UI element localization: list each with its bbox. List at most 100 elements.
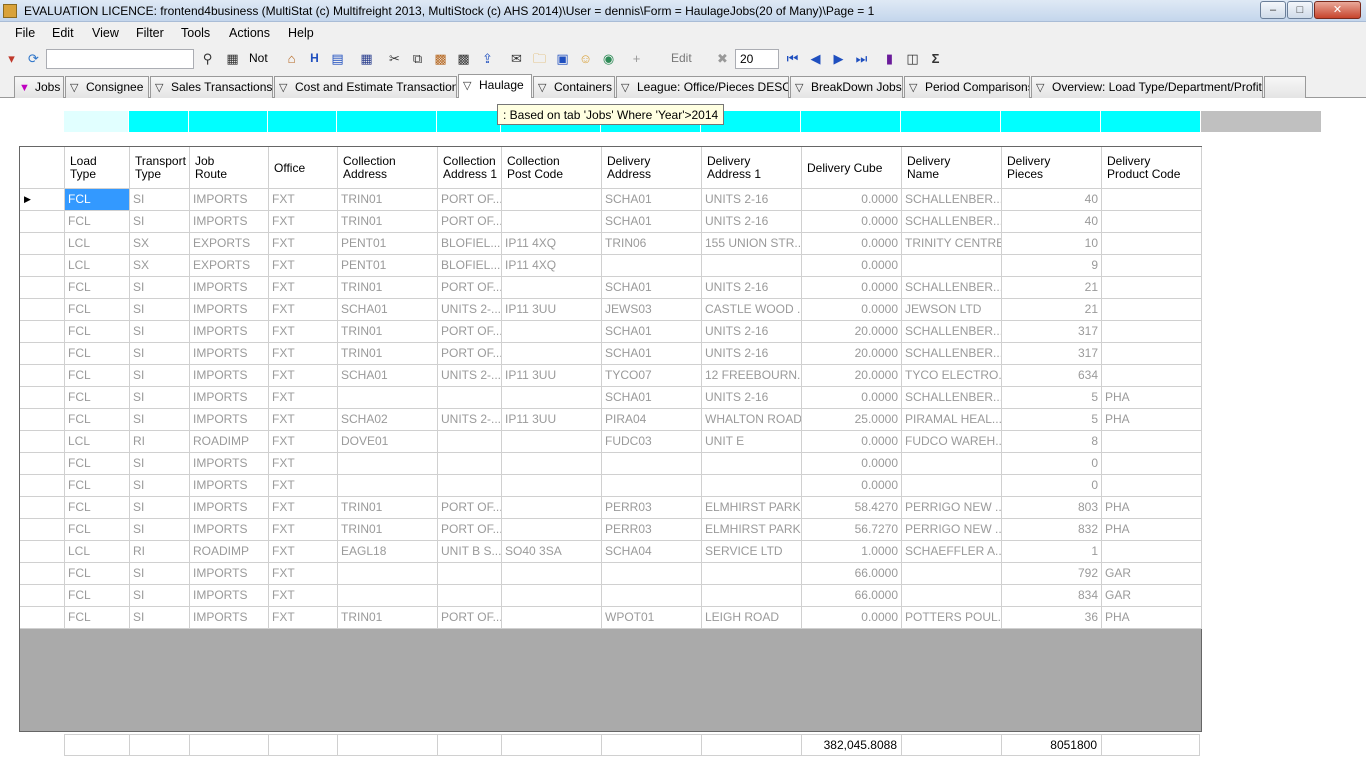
table-cell[interactable]: 21 xyxy=(1002,277,1102,299)
column-header[interactable]: Delivery Pieces xyxy=(1002,147,1102,189)
table-cell[interactable]: PHA xyxy=(1102,387,1202,409)
table-cell[interactable]: 20.0000 xyxy=(802,365,902,387)
table-cell[interactable] xyxy=(902,475,1002,497)
table-cell[interactable]: FUDCO WAREH... xyxy=(902,431,1002,453)
table-cell[interactable] xyxy=(338,585,438,607)
menu-filter[interactable]: Filter xyxy=(136,26,164,40)
tab-jobs[interactable]: ▼ Jobs xyxy=(14,76,64,98)
table-cell[interactable]: UNITS 2-16 xyxy=(702,387,802,409)
table-cell[interactable]: 66.0000 xyxy=(802,585,902,607)
table-cell[interactable]: IP11 3UU xyxy=(502,365,602,387)
table-cell[interactable] xyxy=(502,189,602,211)
table-cell[interactable] xyxy=(502,497,602,519)
table-cell[interactable]: PORT OF... xyxy=(438,189,502,211)
table-cell[interactable]: 155 UNION STR... xyxy=(702,233,802,255)
table-cell[interactable]: TRIN01 xyxy=(338,607,438,629)
table-cell[interactable]: 634 xyxy=(1002,365,1102,387)
filter-cell[interactable] xyxy=(268,111,337,132)
column-header[interactable]: Delivery Address 1 xyxy=(702,147,802,189)
table-row[interactable]: LCL SX EXPORTS FXT PENT01 BLOFIEL... IP11 4XQ T… xyxy=(20,233,1202,255)
table-row[interactable]: LCL RI ROADIMP FXT DOVE01 FUDC03 UNIT E 0.0000 F… xyxy=(20,431,1202,453)
table-cell[interactable]: PORT OF... xyxy=(438,497,502,519)
table-row[interactable]: LCL SX EXPORTS FXT PENT01 BLOFIEL... IP11 4XQ 0… xyxy=(20,255,1202,277)
table-cell[interactable]: IMPORTS xyxy=(190,563,269,585)
table-cell[interactable]: IMPORTS xyxy=(190,409,269,431)
table-cell[interactable]: UNIT B S... xyxy=(438,541,502,563)
table-cell[interactable] xyxy=(502,387,602,409)
table-cell[interactable]: UNIT E xyxy=(702,431,802,453)
table-cell[interactable]: SI xyxy=(130,519,190,541)
table-cell[interactable]: SX xyxy=(130,255,190,277)
copy-icon[interactable]: ⧉ xyxy=(409,50,426,67)
table-row[interactable]: FCL SI IMPORTS FXT TRIN01 PORT OF... SCHA01 UNI… xyxy=(20,343,1202,365)
table-row[interactable]: FCL SI IMPORTS FXT 66.0000 834 GAR xyxy=(20,585,1202,607)
table-cell[interactable]: FXT xyxy=(269,321,338,343)
tab-containers[interactable]: ▽ Containers xyxy=(533,76,615,98)
table-cell[interactable]: 0.0000 xyxy=(802,607,902,629)
table-cell[interactable]: FXT xyxy=(269,541,338,563)
table-cell[interactable]: IP11 3UU xyxy=(502,409,602,431)
table-cell[interactable] xyxy=(1102,189,1202,211)
table-cell[interactable] xyxy=(502,277,602,299)
column-header[interactable]: Load Type xyxy=(65,147,130,189)
table-cell[interactable]: IMPORTS xyxy=(190,453,269,475)
filter-cell[interactable] xyxy=(337,111,437,132)
table-cell[interactable]: 25.0000 xyxy=(802,409,902,431)
tab-consignee[interactable]: ▽ Consignee xyxy=(65,76,149,98)
table-cell[interactable]: BLOFIEL... xyxy=(438,233,502,255)
table-row[interactable]: FCL SI IMPORTS FXT TRIN01 PORT OF... SCHA01 UNI… xyxy=(20,321,1202,343)
table-cell[interactable]: SCHA02 xyxy=(338,409,438,431)
table-cell[interactable] xyxy=(502,519,602,541)
table-cell[interactable]: ELMHIRST PARK xyxy=(702,497,802,519)
table-cell[interactable]: 10 xyxy=(1002,233,1102,255)
table-cell[interactable]: FUDC03 xyxy=(602,431,702,453)
column-header[interactable]: Collection Post Code xyxy=(502,147,602,189)
table-cell[interactable]: GAR xyxy=(1102,563,1202,585)
table-cell[interactable]: 0 xyxy=(1002,453,1102,475)
table-cell[interactable]: TRIN01 xyxy=(338,277,438,299)
table-cell[interactable]: LCL xyxy=(65,233,130,255)
column-header[interactable]: Transport Type xyxy=(130,147,190,189)
table-cell[interactable]: SI xyxy=(130,365,190,387)
table-cell[interactable]: 317 xyxy=(1002,343,1102,365)
filter-cell[interactable] xyxy=(901,111,1001,132)
column-header[interactable]: Collection Address 1 xyxy=(438,147,502,189)
table-cell[interactable]: FXT xyxy=(269,563,338,585)
table-cell[interactable]: TRIN01 xyxy=(338,497,438,519)
menu-view[interactable]: View xyxy=(92,26,119,40)
home-icon[interactable]: ⌂ xyxy=(283,50,300,67)
table-cell[interactable]: IMPORTS xyxy=(190,585,269,607)
table-cell[interactable] xyxy=(602,453,702,475)
table-cell[interactable]: ROADIMP xyxy=(190,541,269,563)
table-cell[interactable] xyxy=(502,563,602,585)
column-header[interactable]: Delivery Name xyxy=(902,147,1002,189)
table-cell[interactable]: SX xyxy=(130,233,190,255)
menu-edit[interactable]: Edit xyxy=(52,26,74,40)
table-cell[interactable] xyxy=(702,563,802,585)
row-header[interactable] xyxy=(20,431,65,453)
table-cell[interactable]: UNITS 2-16 xyxy=(702,277,802,299)
table-cell[interactable] xyxy=(1102,365,1202,387)
table-cell[interactable]: 0 xyxy=(1002,475,1102,497)
filter-cell[interactable] xyxy=(64,111,129,132)
previous-page-icon[interactable]: ◀ xyxy=(807,50,824,67)
h-button[interactable]: H xyxy=(306,50,323,67)
row-header[interactable] xyxy=(20,519,65,541)
row-header[interactable] xyxy=(20,585,65,607)
sum-icon[interactable]: Σ xyxy=(927,50,944,67)
table-cell[interactable] xyxy=(702,453,802,475)
table-row[interactable]: LCL RI ROADIMP FXT EAGL18 UNIT B S... SO40 3SA… xyxy=(20,541,1202,563)
table-row[interactable]: FCL SI IMPORTS FXT TRIN01 PORT OF... PERR03 ELM… xyxy=(20,519,1202,541)
table-cell[interactable] xyxy=(338,475,438,497)
data-grid[interactable]: Load Type Transport Type Job Route Office Colle… xyxy=(19,146,1202,732)
row-header[interactable] xyxy=(20,211,65,233)
table-cell[interactable]: SI xyxy=(130,321,190,343)
table-row[interactable]: FCL SI IMPORTS FXT 0.0000 0 xyxy=(20,475,1202,497)
table-cell[interactable]: SI xyxy=(130,277,190,299)
table-cell[interactable]: FCL xyxy=(65,563,130,585)
table-cell[interactable]: EAGL18 xyxy=(338,541,438,563)
column-header[interactable]: Office xyxy=(269,147,338,189)
table-cell[interactable]: SI xyxy=(130,563,190,585)
table-cell[interactable]: SI xyxy=(130,387,190,409)
table-cell[interactable] xyxy=(902,453,1002,475)
